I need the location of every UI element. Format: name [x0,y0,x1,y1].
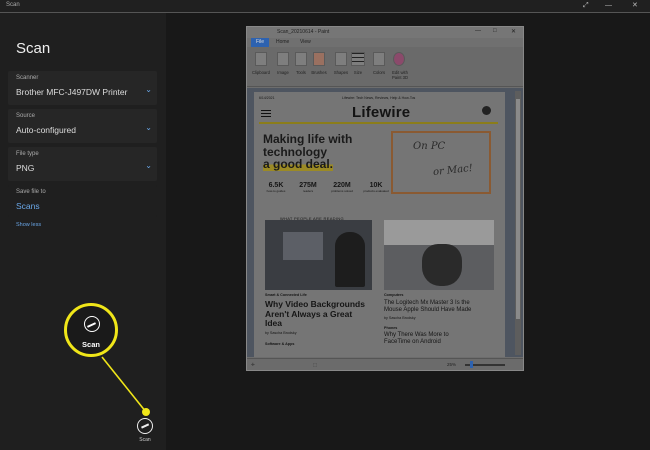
callout-pointer [101,356,147,413]
callout-dot [142,408,150,416]
scan-button-callout: Scan [64,303,118,357]
scanner-icon [84,316,100,332]
scan-button-label[interactable]: Scan [133,437,157,443]
scan-button[interactable] [137,418,153,434]
callout-line [101,356,147,413]
scan-callout-label: Scan [82,340,100,349]
